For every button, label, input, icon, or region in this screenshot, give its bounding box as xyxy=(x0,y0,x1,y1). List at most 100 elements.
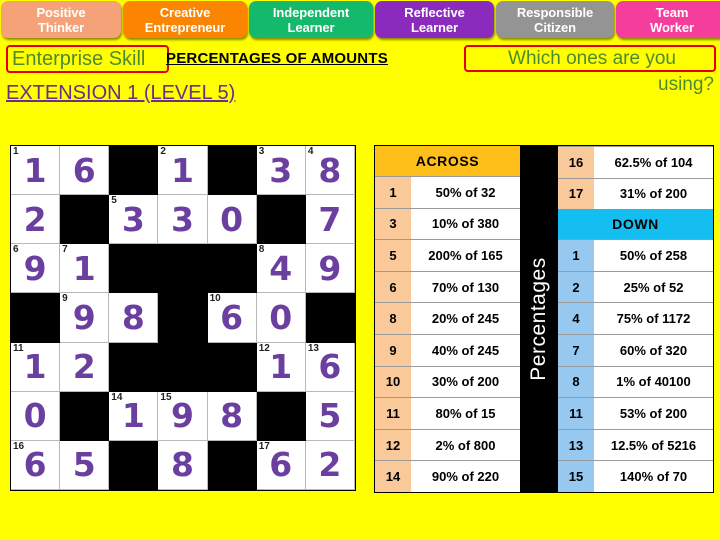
clues-panel: ACROSS 1 50% of 32 3 10% of 380 5 200% of 165… xyxy=(374,145,714,493)
grid-cell-answer[interactable]: 0 xyxy=(11,391,61,441)
grid-cell-value: 4 xyxy=(269,248,293,288)
grid-cell-value: 0 xyxy=(220,199,244,239)
clue-number: 5 xyxy=(375,240,411,271)
grid-cell-answer[interactable]: 2 xyxy=(11,195,61,245)
grid-cell-answer[interactable]: 12 1 xyxy=(256,342,306,392)
spine-label: Percentages xyxy=(527,257,550,381)
down-clue-row: 8 1% of 40100 xyxy=(558,365,713,398)
nav-button-team-worker[interactable]: Team Worker xyxy=(616,1,720,38)
grid-cell-answer[interactable]: 33 xyxy=(256,146,306,196)
clue-text: 50% of 32 xyxy=(411,177,520,208)
grid-cell-answer[interactable]: 17 6 xyxy=(256,440,306,490)
grid-cell-blocked xyxy=(109,440,159,490)
grid-cell-answer[interactable]: 69 xyxy=(11,244,61,294)
clue-text: 60% of 320 xyxy=(594,334,713,366)
grid-cell-value: 0 xyxy=(269,297,293,337)
grid-cell-blocked xyxy=(109,342,159,392)
grid-cell-value: 8 xyxy=(121,297,145,337)
clue-text: 140% of 70 xyxy=(594,461,713,492)
skills-navigation-bar: Positive Thinker Creative Entrepreneur Indep… xyxy=(0,0,720,40)
grid-cell-blocked xyxy=(158,293,208,343)
grid-cell-answer[interactable]: 15 9 xyxy=(158,391,208,441)
across-clues-column: ACROSS 1 50% of 32 3 10% of 380 5 200% of 165… xyxy=(375,146,520,492)
nav-button-reflective-learner[interactable]: Reflective Learner xyxy=(375,1,494,38)
clue-number: 1 xyxy=(375,177,411,208)
grid-cell-answer[interactable]: 2 xyxy=(60,342,110,392)
clue-text: 2% of 800 xyxy=(411,429,520,461)
grid-clue-number: 15 xyxy=(160,391,172,403)
grid-cell-value: 8 xyxy=(220,396,244,436)
across-clue-row: 12 2% of 800 xyxy=(375,428,520,461)
grid-cell-answer[interactable]: 48 xyxy=(305,146,355,196)
grid-cell-blocked xyxy=(11,293,61,343)
grid-cell-answer[interactable]: 10 6 xyxy=(207,293,257,343)
grid-cell-answer[interactable]: 8 xyxy=(158,440,208,490)
nav-button-label-line: Thinker xyxy=(37,19,85,35)
grid-cell-answer[interactable]: 0 xyxy=(256,293,306,343)
nav-button-positive-thinker[interactable]: Positive Thinker xyxy=(1,1,121,38)
grid-cell-answer[interactable]: 0 xyxy=(207,195,257,245)
across-clue-row: 8 20% of 245 xyxy=(375,302,520,334)
grid-cell-answer[interactable]: 5 xyxy=(60,440,110,490)
grid-cell-answer[interactable]: 53 xyxy=(109,195,159,245)
nav-button-independent-learner[interactable]: Independent Learner xyxy=(249,1,373,38)
grid-cell-value: 7 xyxy=(318,199,342,239)
grid-cell-blocked xyxy=(207,146,257,196)
grid-cell-answer[interactable]: 13 6 xyxy=(305,342,355,392)
crossword-grid[interactable]: 1 1 6 2 1 3 3 4 8 2 5 3 3 0 7 6 9 7 1 8 4 9 9 9 8 10 6 0 11 1 2 12 1 13 6 0… xyxy=(10,145,356,491)
clue-text: 1% of 40100 xyxy=(594,366,713,398)
grid-cell-value: 5 xyxy=(318,396,342,436)
grid-cell-blocked xyxy=(207,342,257,392)
nav-button-label-line: Learner xyxy=(287,19,335,35)
across-clue-row: 11 80% of 15 xyxy=(375,397,520,429)
grid-cell-value: 6 xyxy=(220,297,244,337)
grid-cell-answer[interactable]: 8 xyxy=(109,293,159,343)
grid-cell-value: 9 xyxy=(171,396,194,436)
grid-cell-value: 2 xyxy=(23,199,47,239)
grid-cell-answer[interactable]: 9 xyxy=(305,244,355,294)
grid-clue-number: 14 xyxy=(111,391,123,403)
nav-button-label-line: Learner xyxy=(411,19,458,35)
grid-cell-answer[interactable]: 99 xyxy=(60,293,110,343)
clue-number: 13 xyxy=(558,429,594,461)
nav-button-label-line: Citizen xyxy=(534,19,576,35)
down-clue-row: 13 12.5% of 5216 xyxy=(558,428,713,461)
grid-cell-answer[interactable]: 71 xyxy=(60,244,110,294)
grid-cell-blocked xyxy=(60,391,110,441)
clue-number: 11 xyxy=(375,398,411,429)
clue-text: 10% of 380 xyxy=(411,208,520,240)
grid-cell-value: 6 xyxy=(72,150,96,190)
grid-cell-answer[interactable]: 11 xyxy=(11,146,61,196)
grid-cell-answer[interactable]: 21 xyxy=(158,146,208,196)
grid-cell-answer[interactable]: 2 xyxy=(305,440,355,490)
across-clue-row: 14 90% of 220 xyxy=(375,460,520,492)
clue-text: 200% of 165 xyxy=(411,240,520,271)
grid-cell-answer[interactable]: 6 xyxy=(60,146,110,196)
question-line-1: Which ones are you xyxy=(508,48,676,69)
grid-cell-answer[interactable]: 16 6 xyxy=(11,440,61,490)
grid-cell-value: 9 xyxy=(23,248,47,288)
grid-cell-answer[interactable]: 7 xyxy=(305,195,355,245)
grid-cell-value: 6 xyxy=(318,347,342,387)
grid-clue-number: 7 xyxy=(62,244,68,256)
grid-clue-number: 4 xyxy=(307,146,314,157)
grid-cell-answer[interactable]: 11 1 xyxy=(11,342,61,392)
grid-cell-answer[interactable]: 8 xyxy=(207,391,257,441)
grid-cell-answer[interactable]: 84 xyxy=(256,244,306,294)
nav-button-label-line: Responsible xyxy=(516,4,594,20)
grid-cell-blocked xyxy=(207,244,257,294)
nav-button-label-line: Entrepreneur xyxy=(144,19,226,35)
clue-text: 80% of 15 xyxy=(411,398,520,429)
grid-cell-value: 3 xyxy=(121,199,145,239)
grid-cell-value: 8 xyxy=(318,150,342,190)
clue-text: 30% of 200 xyxy=(411,366,520,398)
across-clue-row: 9 40% of 245 xyxy=(375,333,520,366)
nav-button-responsible-citizen[interactable]: Responsible Citizen xyxy=(496,1,614,38)
down-clue-row: 4 75% of 1172 xyxy=(558,302,713,334)
grid-cell-answer[interactable]: 3 xyxy=(158,195,208,245)
grid-cell-value: 3 xyxy=(269,150,293,190)
grid-cell-answer[interactable]: 5 xyxy=(305,391,355,441)
grid-clue-number: 16 xyxy=(13,440,25,452)
grid-cell-answer[interactable]: 14 1 xyxy=(109,391,159,441)
nav-button-creative-entrepreneur[interactable]: Creative Entrepreneur xyxy=(123,1,247,38)
